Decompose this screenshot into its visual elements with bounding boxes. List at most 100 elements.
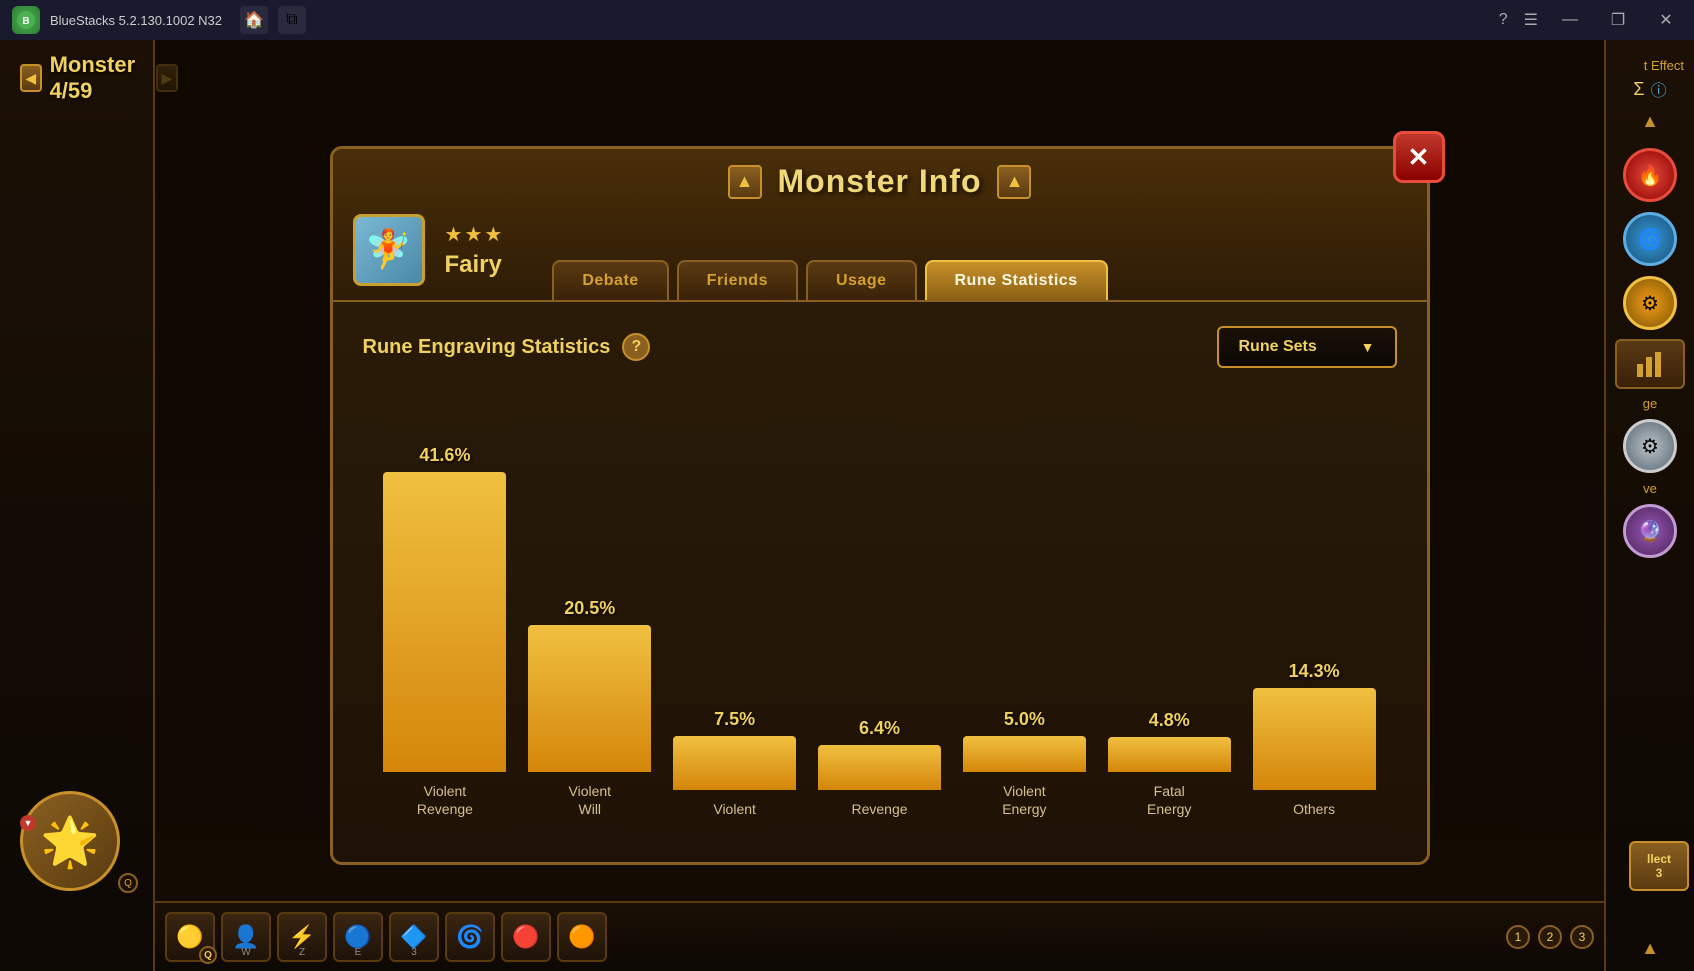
modal-title: Monster Info <box>778 163 982 200</box>
bar-percentage-1: 20.5% <box>564 598 615 619</box>
bottom-right-section: llect 3 <box>1629 841 1689 891</box>
bar-percentage-0: 41.6% <box>419 445 470 466</box>
collect-label: llect <box>1647 852 1671 866</box>
taskbar-item-1[interactable]: 🟡 Q <box>165 912 215 962</box>
bar-group-5: 4.8% FatalEnergy <box>1097 398 1242 818</box>
modal-nav-next[interactable]: ▲ <box>997 165 1031 199</box>
modal-title-area: ▲ Monster Info ▲ <box>728 163 1032 200</box>
help-icon[interactable]: ? <box>1499 11 1508 29</box>
silver-rune-button[interactable]: ⚙ <box>1623 419 1677 473</box>
monster-stars: ★ ★ ★ <box>445 222 503 247</box>
duplicate-button[interactable]: ⧉ <box>278 6 306 34</box>
right-sidebar: t Effect Σ ⓘ ▲ 🔥 🌀 ⚙ ge ⚙ ve 🔮 ▲ llect <box>1604 40 1694 971</box>
taskbar-item-8[interactable]: 🟠 <box>557 912 607 962</box>
taskbar-item-5[interactable]: 🔷 3 <box>389 912 439 962</box>
scroll-down-left[interactable]: ▼ <box>20 815 36 831</box>
bar-rect-4 <box>963 736 1086 772</box>
hotkey-w: W <box>241 947 250 958</box>
taskbar-item-4[interactable]: 🔵 E <box>333 912 383 962</box>
monster-details: ★ ★ ★ Fairy <box>445 222 503 279</box>
close-button[interactable]: ✕ <box>1650 8 1682 32</box>
bar-percentage-3: 6.4% <box>859 718 900 739</box>
taskbar-badge-q: Q <box>199 946 217 964</box>
restore-button[interactable]: ❐ <box>1602 8 1634 32</box>
taskbar-item-3[interactable]: ⚡ Z <box>277 912 327 962</box>
star-2: ★ <box>464 222 482 247</box>
game-area: ◀ Monster 4/59 ▶ 🌟 Q ▼ t Effect Σ ⓘ ▲ 🔥 … <box>0 40 1694 971</box>
star-1: ★ <box>445 222 463 247</box>
bar-percentage-5: 4.8% <box>1149 710 1190 731</box>
modal-header: ✕ ▲ Monster Info ▲ 🧚 ★ <box>333 149 1427 302</box>
scroll-up-right-icon[interactable]: ▲ <box>1639 936 1661 961</box>
bar-percentage-2: 7.5% <box>714 709 755 730</box>
purple-rune-button[interactable]: 🔮 <box>1623 504 1677 558</box>
title-bar: B BlueStacks 5.2.130.1002 N32 🏠 ⧉ ? ☰ — … <box>0 0 1694 40</box>
monster-prev-button[interactable]: ◀ <box>20 64 42 92</box>
chart-button[interactable] <box>1615 339 1685 389</box>
help-button[interactable]: ? <box>622 333 650 361</box>
minimize-button[interactable]: — <box>1554 8 1586 32</box>
bar-percentage-4: 5.0% <box>1004 709 1045 730</box>
effect-label: t Effect <box>1612 58 1688 73</box>
rune-sets-dropdown[interactable]: Rune Sets ▼ <box>1217 326 1397 368</box>
bar-label-1: ViolentWill <box>569 782 612 818</box>
page-indicators: 1 2 3 <box>1506 925 1594 949</box>
modal-close-button[interactable]: ✕ <box>1393 131 1445 183</box>
section-title-text: Rune Engraving Statistics <box>363 336 611 359</box>
bar-label-3: Revenge <box>851 800 907 818</box>
home-button[interactable]: 🏠 <box>240 6 268 34</box>
tab-rune-statistics[interactable]: Rune Statistics <box>925 260 1108 300</box>
bar-group-2: 7.5% Violent <box>662 398 807 818</box>
tab-debate[interactable]: Debate <box>552 260 668 300</box>
scroll-section: ▲ <box>1639 936 1661 961</box>
page-1-button[interactable]: 1 <box>1506 925 1530 949</box>
collect-button[interactable]: llect 3 <box>1629 841 1689 891</box>
modal-backdrop: ✕ ▲ Monster Info ▲ 🧚 ★ <box>155 40 1604 971</box>
taskbar-item-2[interactable]: 👤 W <box>221 912 271 962</box>
monster-name: Fairy <box>445 251 503 279</box>
bar-percentage-6: 14.3% <box>1289 661 1340 682</box>
tabs-row: Debate Friends Usage Rune Statistics <box>552 260 1107 300</box>
bar-group-4: 5.0% ViolentEnergy <box>952 398 1097 818</box>
bar-rect-3 <box>818 745 941 790</box>
bar-label-4: ViolentEnergy <box>1002 782 1046 818</box>
page-2-button[interactable]: 2 <box>1538 925 1562 949</box>
section-title-group: Rune Engraving Statistics ? <box>363 333 651 361</box>
monster-count-text: Monster 4/59 <box>50 52 148 104</box>
age-label: ge <box>1643 396 1657 411</box>
bottom-left-monster-icon[interactable]: 🌟 <box>20 791 120 891</box>
fire-rune-button[interactable]: 🔥 <box>1623 148 1677 202</box>
right-top-section: t Effect Σ ⓘ ▲ <box>1606 50 1694 142</box>
bar-group-1: 20.5% ViolentWill <box>517 398 662 818</box>
gold-rune-button[interactable]: ⚙ <box>1623 276 1677 330</box>
left-sidebar: ◀ Monster 4/59 ▶ 🌟 Q ▼ <box>0 40 155 971</box>
menu-icon[interactable]: ☰ <box>1524 10 1538 30</box>
monster-avatar: 🧚 <box>353 214 425 286</box>
scroll-up-icon[interactable]: ▲ <box>1639 109 1661 134</box>
star-3: ★ <box>484 222 502 247</box>
bar-rect-2 <box>673 736 796 790</box>
bar-label-6: Others <box>1293 800 1335 818</box>
dropdown-arrow-icon: ▼ <box>1361 339 1375 355</box>
sigma-icon[interactable]: Σ <box>1633 79 1644 100</box>
modal-body: Rune Engraving Statistics ? Rune Sets ▼ … <box>333 302 1427 842</box>
tab-friends[interactable]: Friends <box>677 260 798 300</box>
svg-text:B: B <box>22 16 29 27</box>
titlebar-controls: ? ☰ — ❐ ✕ <box>1499 8 1682 32</box>
bar-rect-0 <box>383 472 506 772</box>
bar-group-3: 6.4% Revenge <box>807 398 952 818</box>
tab-usage[interactable]: Usage <box>806 260 917 300</box>
water-rune-button[interactable]: 🌀 <box>1623 212 1677 266</box>
monster-sprite: 🧚 <box>365 228 412 272</box>
hotkey-z: Z <box>299 947 305 958</box>
modal-nav-prev[interactable]: ▲ <box>728 165 762 199</box>
collect-number: 3 <box>1656 866 1663 880</box>
bar-label-5: FatalEnergy <box>1147 782 1191 818</box>
taskbar-item-7[interactable]: 🔴 <box>501 912 551 962</box>
taskbar-item-6[interactable]: 🌀 <box>445 912 495 962</box>
page-3-button[interactable]: 3 <box>1570 925 1594 949</box>
bar-label-2: Violent <box>713 800 756 818</box>
bar-chart: 41.6% Violent Revenge 20.5% ViolentWill 7.5% V… <box>363 398 1397 818</box>
app-logo: B <box>12 6 40 34</box>
info-icon[interactable]: ⓘ <box>1651 77 1667 101</box>
